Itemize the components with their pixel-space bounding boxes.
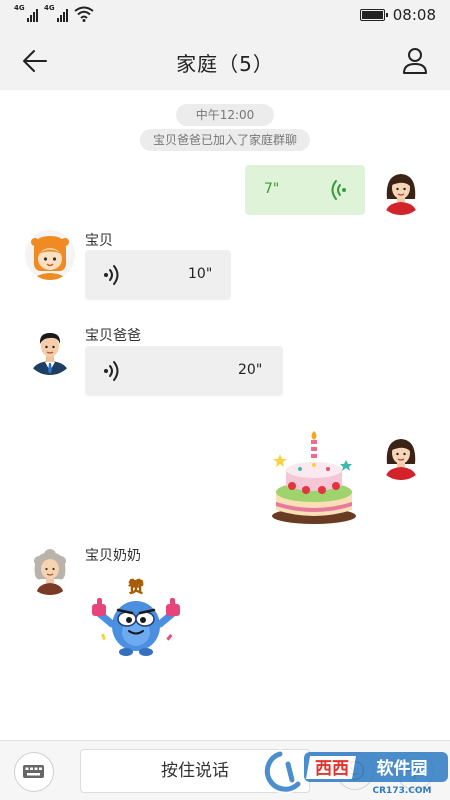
voice-message-bubble[interactable]: 10" (85, 250, 231, 300)
voice-message-bubble[interactable]: 20" (85, 346, 283, 396)
clock: 08:08 (392, 6, 436, 24)
keyboard-toggle-button[interactable] (14, 752, 54, 792)
chat-message-list[interactable]: 中午12:00 宝贝爸爸已加入了家庭群聊 7" 宝贝 10" 宝贝爸爸 20" … (0, 90, 450, 740)
status-bar: 4G 4G 08:08 (0, 0, 450, 32)
woman-avatar-icon (385, 174, 417, 215)
voice-duration: 20" (238, 362, 263, 378)
page-title: 家庭（5） (176, 52, 274, 76)
sender-name: 宝贝 (85, 233, 113, 249)
sticker-caption: 赞 (127, 578, 143, 596)
system-notice: 宝贝爸爸已加入了家庭群聊 (140, 129, 310, 151)
voice-wave-icon (331, 180, 346, 200)
child-avatar-icon (25, 230, 75, 280)
woman-avatar-icon (385, 439, 417, 480)
signal-icon: 4G (14, 4, 38, 22)
baby-avatar[interactable] (25, 230, 75, 280)
voice-message-bubble[interactable]: 7" (245, 165, 365, 215)
voice-wave-icon (104, 361, 119, 381)
watermark-text-b: 软件园 (377, 758, 428, 779)
self-avatar[interactable] (376, 430, 426, 480)
thumbs-up-monster-icon: 赞 (92, 578, 180, 656)
battery-icon (359, 9, 388, 21)
voice-duration: 10" (188, 266, 213, 282)
grandma-avatar[interactable] (25, 545, 75, 595)
sender-name: 宝贝奶奶 (85, 548, 141, 564)
site-watermark: 西西 软件园 CR173.COM (252, 746, 450, 798)
chat-header: 家庭（5） (0, 32, 450, 90)
watermark-logo-icon: 西西 软件园 CR173.COM (262, 749, 448, 796)
wifi-icon (74, 6, 94, 22)
network-type-label: 4G (44, 4, 55, 12)
timestamp-label: 中午12:00 (176, 104, 274, 126)
watermark-sub: CR173.COM (373, 786, 432, 796)
watermark-text-a: 西西 (315, 759, 349, 779)
signal-icon: 4G (44, 4, 68, 22)
group-members-button[interactable] (398, 44, 432, 78)
sender-name: 宝贝爸爸 (85, 328, 141, 344)
network-type-label: 4G (14, 4, 25, 12)
person-icon (403, 48, 427, 74)
sticker-message[interactable] (266, 430, 362, 526)
grandma-avatar-icon (34, 549, 66, 595)
voice-wave-icon (104, 265, 119, 285)
voice-duration: 7" (264, 181, 280, 197)
man-avatar-icon (31, 333, 69, 375)
sticker-message[interactable]: 赞 (88, 570, 184, 666)
self-avatar[interactable] (376, 165, 426, 215)
birthday-cake-icon (272, 431, 356, 524)
keyboard-icon (23, 765, 44, 778)
dad-avatar[interactable] (25, 325, 75, 375)
